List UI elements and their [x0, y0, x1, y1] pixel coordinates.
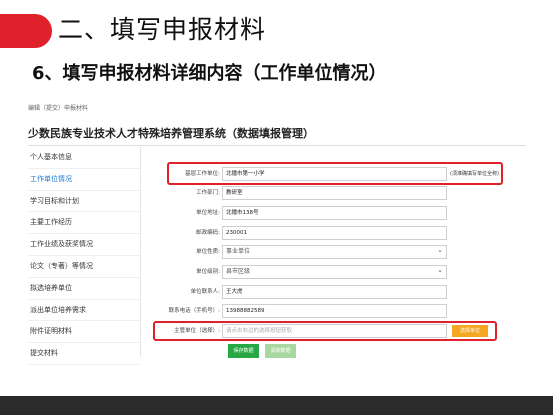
address-input[interactable]: 北播市138号 [222, 206, 447, 220]
form-row-department: 工作部门: 教研室 [150, 186, 450, 201]
form-row-address: 单位地址: 北播市138号 [150, 206, 450, 221]
unit-level-value: 县市区级 [226, 268, 251, 275]
sidebar-nav: 个人基本信息 工作单位情况 学习目标和计划 主要工作经历 工作业绩及获奖情况 论… [28, 147, 141, 365]
contact-input[interactable]: 王大虎 [222, 285, 447, 299]
highlight-supervisor [153, 321, 497, 341]
department-input[interactable]: 教研室 [222, 186, 447, 200]
sidebar-item-personal-info[interactable]: 个人基本信息 [28, 147, 140, 169]
form-row-unit-nature: 单位性质: 事业单位 [150, 244, 450, 260]
sidebar-item-submit[interactable]: 提交材料 [28, 343, 140, 365]
unit-nature-select[interactable]: 事业单位 [222, 244, 447, 259]
title-divider [28, 145, 526, 146]
address-label: 单位地址: [196, 210, 220, 216]
postcode-input[interactable]: 230001 [222, 226, 447, 240]
unit-level-select[interactable]: 县市区级 [222, 264, 447, 279]
sidebar-item-training-unit[interactable]: 拟选培养单位 [28, 278, 140, 300]
postcode-label: 邮政编码: [196, 230, 220, 236]
save-button[interactable]: 保存数据 [228, 344, 259, 358]
form-row-postcode: 邮政编码: 230001 [150, 226, 450, 241]
clear-button[interactable]: 清除数据 [265, 344, 296, 358]
page-title: 少数民族专业技术人才特殊培养管理系统（数据填报管理） [28, 127, 314, 140]
footer-bar [0, 396, 553, 415]
sidebar-item-work-history[interactable]: 主要工作经历 [28, 212, 140, 235]
slide-title: 二、填写申报材料 [58, 15, 267, 44]
unit-level-label: 单位级别: [196, 269, 220, 275]
breadcrumb: 编辑（提交）申报材料 [28, 105, 89, 112]
form-row-contact: 单位联系人: 王大虎 [150, 285, 450, 300]
department-label: 工作部门: [196, 190, 220, 196]
unit-nature-label: 单位性质: [196, 249, 220, 255]
unit-nature-value: 事业单位 [226, 248, 251, 255]
slide-subtitle: 6、填写申报材料详细内容（工作单位情况） [32, 63, 387, 84]
sidebar-item-attachments[interactable]: 附件证明材料 [28, 321, 140, 344]
phone-input[interactable]: 13988882589 [222, 304, 447, 318]
sidebar-item-training-needs[interactable]: 派出单位培养需求 [28, 300, 140, 322]
sidebar-item-achievements[interactable]: 工作业绩及获奖情况 [28, 234, 140, 256]
sidebar-item-study-plan[interactable]: 学习目标和计划 [28, 191, 140, 213]
contact-label: 单位联系人: [190, 289, 220, 295]
highlight-base-unit [167, 162, 503, 185]
sidebar-item-work-unit[interactable]: 工作单位情况 [28, 169, 140, 191]
slide-accent-bar [0, 14, 52, 48]
phone-label: 联系电话（手机号）: [168, 308, 220, 314]
form-row-unit-level: 单位级别: 县市区级 [150, 264, 450, 280]
form-row-phone: 联系电话（手机号）: 13988882589 [150, 304, 450, 319]
sidebar-item-papers[interactable]: 论文（专著）等情况 [28, 256, 140, 278]
